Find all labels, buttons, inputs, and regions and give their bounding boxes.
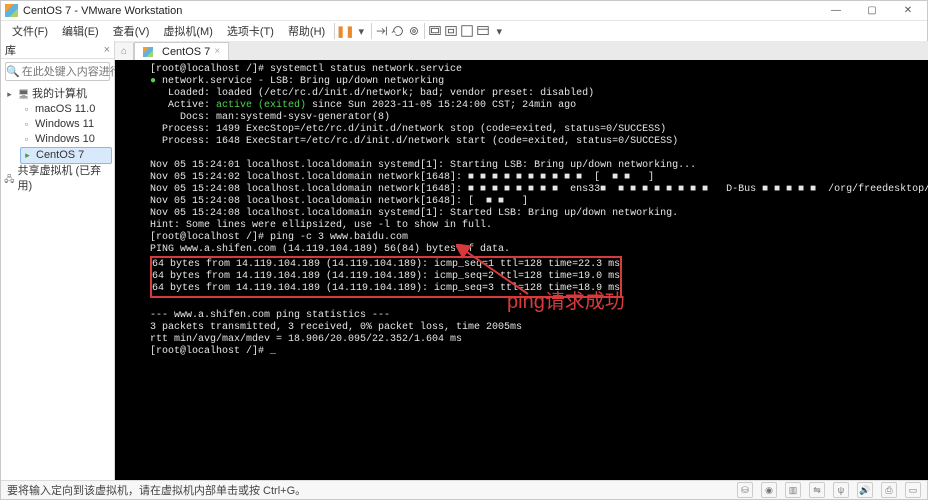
shared-icon: 🖧 (4, 174, 14, 185)
tree-item-macos[interactable]: ▫macOS 11.0 (20, 102, 112, 117)
fullscreen-icon[interactable] (459, 23, 475, 39)
status-device-icons: ⛁ ◉ ▥ ⇋ ψ 🔊 ⎙ ▭ (737, 482, 921, 498)
sidebar: 库 × 🔍 ▾ ▸🖥我的计算机 ▫macOS 11.0 ▫Windows 11 … (1, 41, 115, 480)
computer-icon: 🖥 (18, 89, 29, 100)
statusbar: 要将输入定向到该虚拟机，请在虚拟机内部单击或按 Ctrl+G。 ⛁ ◉ ▥ ⇋ … (1, 480, 927, 499)
device-cd-icon[interactable]: ◉ (761, 482, 777, 498)
device-disk-icon[interactable]: ⛁ (737, 482, 753, 498)
tab-label: CentOS 7 (162, 46, 210, 58)
device-usb-icon[interactable]: ψ (833, 482, 849, 498)
menu-tabs[interactable]: 选项卡(T) (220, 22, 281, 40)
vm-icon: ▫ (21, 104, 32, 115)
library-tree: ▸🖥我的计算机 ▫macOS 11.0 ▫Windows 11 ▫Windows… (1, 84, 114, 197)
search-box[interactable]: 🔍 ▾ (5, 62, 110, 81)
maximize-button[interactable]: ▢ (857, 3, 887, 19)
tab-centos7[interactable]: CentOS 7 × (134, 42, 229, 60)
terminal[interactable]: [root@localhost /]# systemctl status net… (115, 60, 928, 480)
tree-item-win10[interactable]: ▫Windows 10 (20, 132, 112, 147)
device-sound-icon[interactable]: 🔊 (857, 482, 873, 498)
device-floppy-icon[interactable]: ▥ (785, 482, 801, 498)
vmware-logo-icon (5, 4, 18, 17)
tree-item-win11[interactable]: ▫Windows 11 (20, 117, 112, 132)
cycle-icon[interactable] (390, 23, 406, 39)
window-title: CentOS 7 - VMware Workstation (23, 5, 821, 17)
vm-running-icon: ▸ (22, 150, 33, 161)
menu-view[interactable]: 查看(V) (106, 22, 157, 40)
tree-item-centos7[interactable]: ▸CentOS 7 (20, 147, 112, 164)
status-text: 要将输入定向到该虚拟机，请在虚拟机内部单击或按 Ctrl+G。 (7, 482, 306, 498)
annotation-text: ping请求成功 (507, 285, 625, 314)
search-icon: 🔍 (6, 65, 20, 78)
unity-icon[interactable] (475, 23, 491, 39)
pause-icon[interactable]: ❚❚ (337, 23, 353, 39)
menu-edit[interactable]: 编辑(E) (55, 22, 106, 40)
device-display-icon[interactable]: ▭ (905, 482, 921, 498)
close-button[interactable]: ✕ (893, 3, 923, 19)
tab-close-icon[interactable]: × (214, 46, 220, 57)
device-printer-icon[interactable]: ⎙ (881, 482, 897, 498)
expand-icon[interactable]: ▸ (4, 89, 15, 100)
send-icon[interactable] (374, 23, 390, 39)
fit-icon[interactable] (443, 23, 459, 39)
screen-icon[interactable] (427, 23, 443, 39)
tab-home[interactable]: ⌂ (115, 43, 134, 60)
menu-vm[interactable]: 虚拟机(M) (156, 22, 220, 40)
snapshot-icon[interactable] (406, 23, 422, 39)
vm-icon: ▫ (21, 119, 32, 130)
dropdown-icon[interactable]: ▾ (353, 23, 369, 39)
dropdown2-icon[interactable]: ▾ (491, 23, 507, 39)
minimize-button[interactable]: — (821, 3, 851, 19)
sidebar-title: 库 (5, 42, 16, 58)
device-net-icon[interactable]: ⇋ (809, 482, 825, 498)
tree-shared[interactable]: 🖧共享虚拟机 (已弃用) (3, 164, 112, 194)
menu-help[interactable]: 帮助(H) (281, 22, 332, 40)
sidebar-close-icon[interactable]: × (104, 44, 110, 56)
menu-file[interactable]: 文件(F) (5, 22, 55, 40)
titlebar: CentOS 7 - VMware Workstation — ▢ ✕ (1, 1, 927, 21)
menubar: 文件(F) 编辑(E) 查看(V) 虚拟机(M) 选项卡(T) 帮助(H) ❚❚… (1, 21, 927, 41)
vm-icon: ▫ (21, 134, 32, 145)
tab-vm-icon (143, 47, 153, 57)
tabbar: ⌂ CentOS 7 × (115, 41, 928, 60)
tree-root[interactable]: ▸🖥我的计算机 (3, 87, 112, 102)
